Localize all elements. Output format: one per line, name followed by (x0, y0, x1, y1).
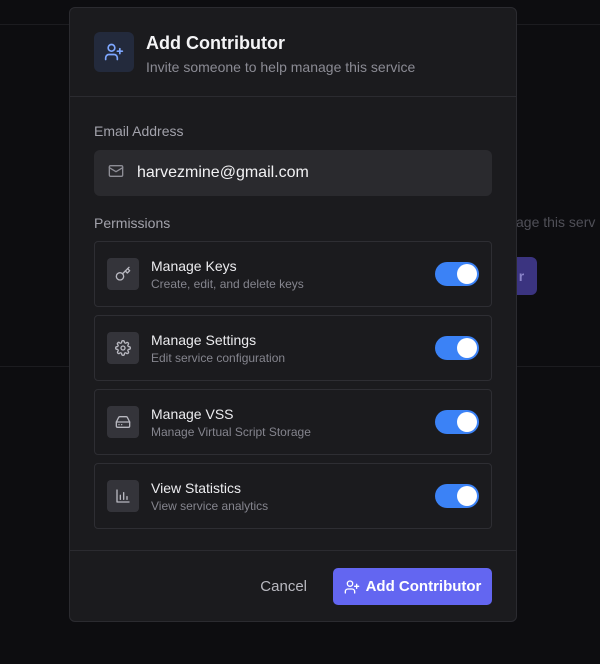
permission-item-manage-settings: Manage Settings Edit service configurati… (94, 315, 492, 381)
permission-item-view-statistics: View Statistics View service analytics (94, 463, 492, 529)
mail-icon (108, 163, 124, 184)
hard-drive-icon (107, 406, 139, 438)
manage-keys-toggle[interactable] (435, 262, 479, 286)
toggle-knob (457, 412, 477, 432)
manage-vss-toggle[interactable] (435, 410, 479, 434)
permission-title: Manage VSS (151, 405, 234, 422)
email-field[interactable] (94, 150, 492, 196)
permission-item-manage-keys: Manage Keys Create, edit, and delete key… (94, 241, 492, 307)
user-plus-icon (94, 32, 134, 72)
permissions-list: Manage Keys Create, edit, and delete key… (94, 241, 492, 529)
modal-title: Add Contributor (146, 33, 285, 53)
permission-item-manage-vss: Manage VSS Manage Virtual Script Storage (94, 389, 492, 455)
permission-description: View service analytics (151, 498, 269, 513)
add-contributor-modal: Add Contributor Invite someone to help m… (69, 7, 517, 622)
toggle-knob (457, 264, 477, 284)
cancel-button[interactable]: Cancel (260, 578, 307, 595)
modal-subtitle: Invite someone to help manage this servi… (146, 59, 416, 75)
permission-title: View Statistics (151, 479, 241, 496)
permission-description: Manage Virtual Script Storage (151, 424, 311, 439)
permission-description: Create, edit, and delete keys (151, 276, 304, 291)
key-icon (107, 258, 139, 290)
modal-header: Add Contributor Invite someone to help m… (70, 8, 516, 97)
permission-title: Manage Settings (151, 331, 257, 348)
permissions-label: Permissions (94, 215, 171, 231)
add-contributor-button[interactable]: Add Contributor (333, 568, 492, 605)
permission-description: Edit service configuration (151, 350, 286, 365)
modal-body: Email Address Permissions (70, 97, 516, 551)
toggle-knob (457, 338, 477, 358)
view-statistics-toggle[interactable] (435, 484, 479, 508)
add-contributor-label: Add Contributor (365, 578, 482, 595)
email-label: Email Address (94, 123, 184, 139)
background-text: age this serv (516, 214, 596, 230)
email-input[interactable] (137, 164, 467, 182)
manage-settings-toggle[interactable] (435, 336, 479, 360)
toggle-knob (457, 486, 477, 506)
gear-icon (107, 332, 139, 364)
user-plus-icon (344, 579, 359, 594)
permission-title: Manage Keys (151, 257, 237, 274)
modal-footer: Cancel Add Contributor (70, 551, 516, 621)
bar-chart-icon (107, 480, 139, 512)
